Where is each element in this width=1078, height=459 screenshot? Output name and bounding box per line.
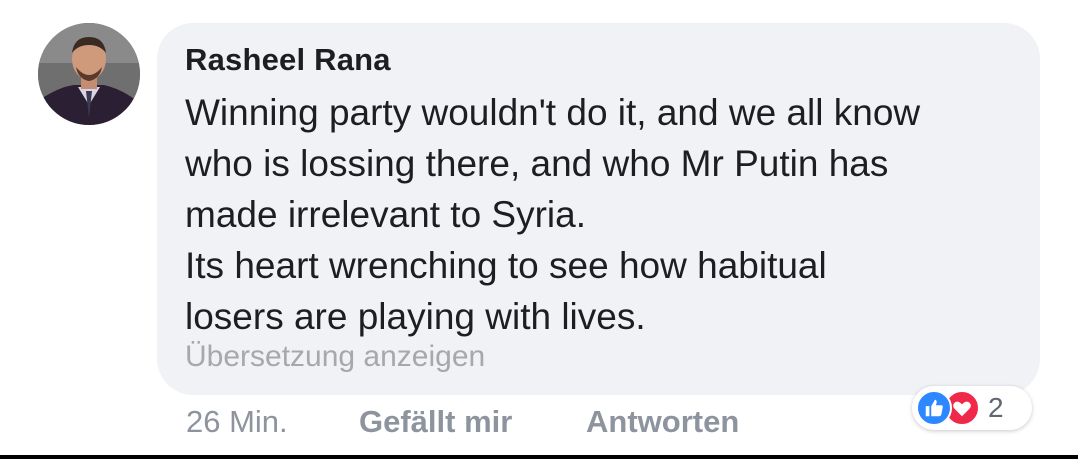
comment-view: Rasheel Rana Winning party wouldn't do i…: [0, 0, 1078, 459]
show-translation-link[interactable]: Übersetzung anzeigen: [185, 340, 485, 374]
comment-line: who is lossing there, and who Mr Putin h…: [185, 143, 889, 184]
reactions-summary[interactable]: 2: [912, 386, 1032, 430]
like-button[interactable]: Gefällt mir: [359, 404, 512, 440]
comment-text: Winning party wouldn't do it, and we all…: [185, 87, 1025, 342]
reply-button[interactable]: Antworten: [586, 404, 739, 440]
avatar-image: [38, 23, 140, 125]
author-name[interactable]: Rasheel Rana: [185, 42, 391, 78]
timestamp[interactable]: 26 Min.: [186, 404, 288, 440]
comment-line: Its heart wrenching to see how habitual: [185, 245, 827, 286]
comment-line: Winning party wouldn't do it, and we all…: [185, 92, 921, 133]
reaction-count: 2: [988, 392, 1004, 423]
avatar[interactable]: [38, 23, 140, 125]
divider: [0, 455, 1078, 459]
like-icon: [916, 390, 952, 426]
comment-line: made irrelevant to Syria.: [185, 194, 587, 235]
comment-line: losers are playing with lives.: [185, 296, 646, 337]
